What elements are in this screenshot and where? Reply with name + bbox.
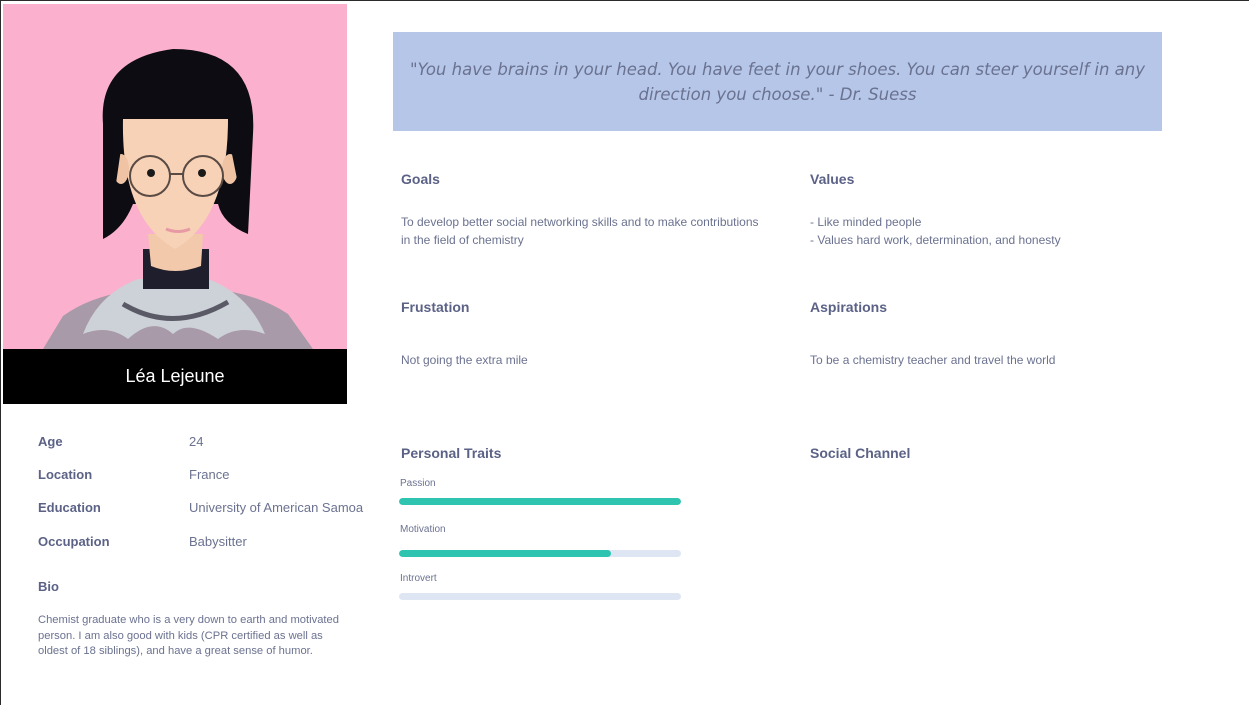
goals-title: Goals <box>401 171 440 187</box>
frustration-text: Not going the extra mile <box>401 353 528 367</box>
trait-bar-passion <box>399 498 681 505</box>
aspirations-title: Aspirations <box>810 299 888 315</box>
trait-label-introvert: Introvert <box>400 573 437 584</box>
bio-title: Bio <box>38 579 59 594</box>
social-channel-title: Social Channel <box>810 445 911 461</box>
aspirations-text: To be a chemistry teacher and travel the… <box>810 353 1056 367</box>
persona-name: Léa Lejeune <box>125 366 225 386</box>
frustration-title: Frustation <box>401 299 470 315</box>
values-item: - Values hard work, determination, and h… <box>810 233 1061 247</box>
avatar <box>3 4 347 349</box>
detail-value-location: France <box>189 467 230 482</box>
detail-label-location: Location <box>38 467 93 482</box>
trait-label-passion: Passion <box>400 478 436 489</box>
bio-text: Chemist graduate who is a very down to e… <box>38 614 339 657</box>
detail-label-education: Education <box>38 500 101 515</box>
quote-box: "You have brains in your head. You have … <box>393 32 1162 131</box>
values-item: - Like minded people <box>810 215 922 229</box>
trait-bar-fill <box>399 550 611 557</box>
trait-bar-introvert <box>399 593 681 600</box>
goals-text: To develop better social networking skil… <box>401 215 759 247</box>
trait-label-motivation: Motivation <box>400 524 446 535</box>
detail-value-occupation: Babysitter <box>189 534 247 549</box>
trait-bar-fill <box>399 498 681 505</box>
avatar-illustration <box>43 49 313 349</box>
detail-label-occupation: Occupation <box>38 534 110 549</box>
detail-value-education: University of American Samoa <box>189 500 364 515</box>
values-list: - Like minded people - Values hard work,… <box>810 213 1210 249</box>
detail-label-age: Age <box>38 434 63 449</box>
trait-bar-motivation <box>399 550 681 557</box>
persona-name-bar: Léa Lejeune <box>3 349 347 404</box>
detail-value-age: 24 <box>189 434 204 449</box>
personal-traits-title: Personal Traits <box>401 445 502 461</box>
quote-text: "You have brains in your head. You have … <box>409 59 1146 104</box>
values-title: Values <box>810 171 855 187</box>
